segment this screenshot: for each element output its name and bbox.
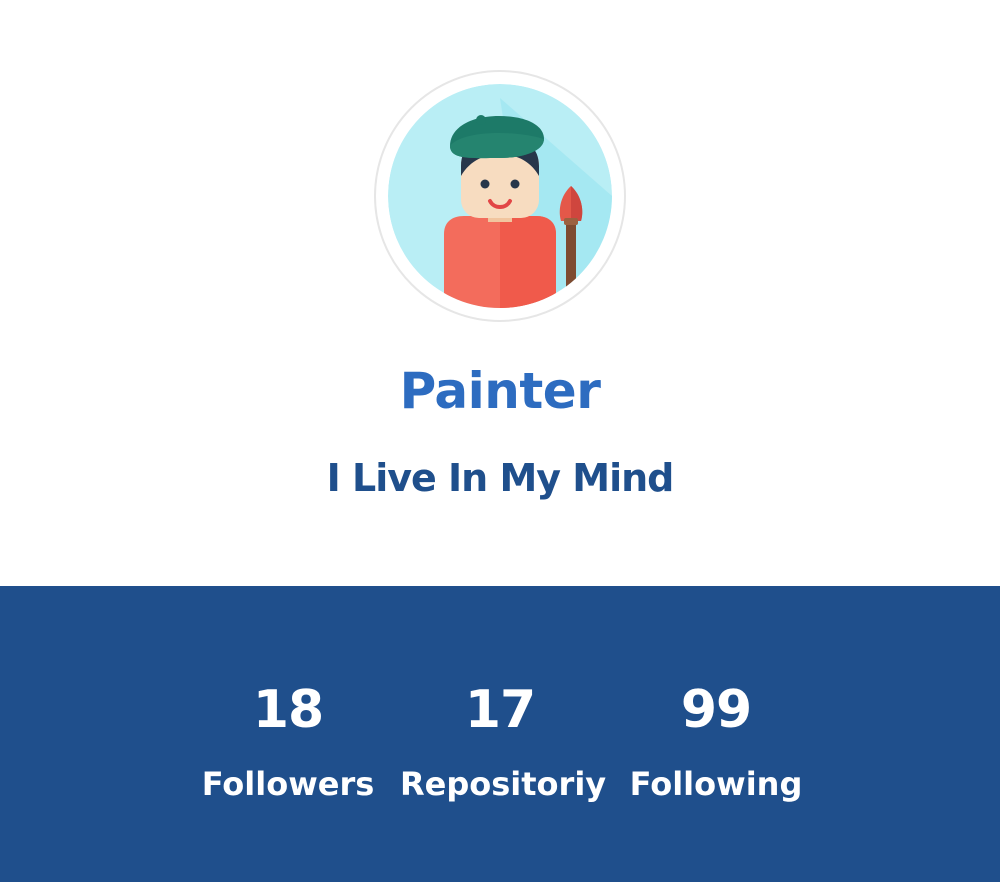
- following-count: 99: [680, 680, 752, 740]
- followers-label: Followers: [201, 765, 375, 803]
- repository-count: 17: [464, 680, 536, 740]
- profile-tagline: I Live In My Mind: [326, 456, 675, 500]
- profile-card: Painter I Live In My Mind 18 Followers 1…: [0, 0, 1000, 882]
- avatar[interactable]: [388, 84, 612, 308]
- following-label: Following: [629, 765, 803, 803]
- followers-count: 18: [252, 680, 324, 740]
- profile-header: Painter I Live In My Mind: [0, 0, 1000, 586]
- painter-avatar-icon: [388, 84, 612, 308]
- stats-bar: 18 Followers 17 Repositoriy 99 Following: [0, 586, 1000, 882]
- repository-label: Repositoriy: [400, 765, 607, 803]
- profile-name: Painter: [399, 362, 601, 420]
